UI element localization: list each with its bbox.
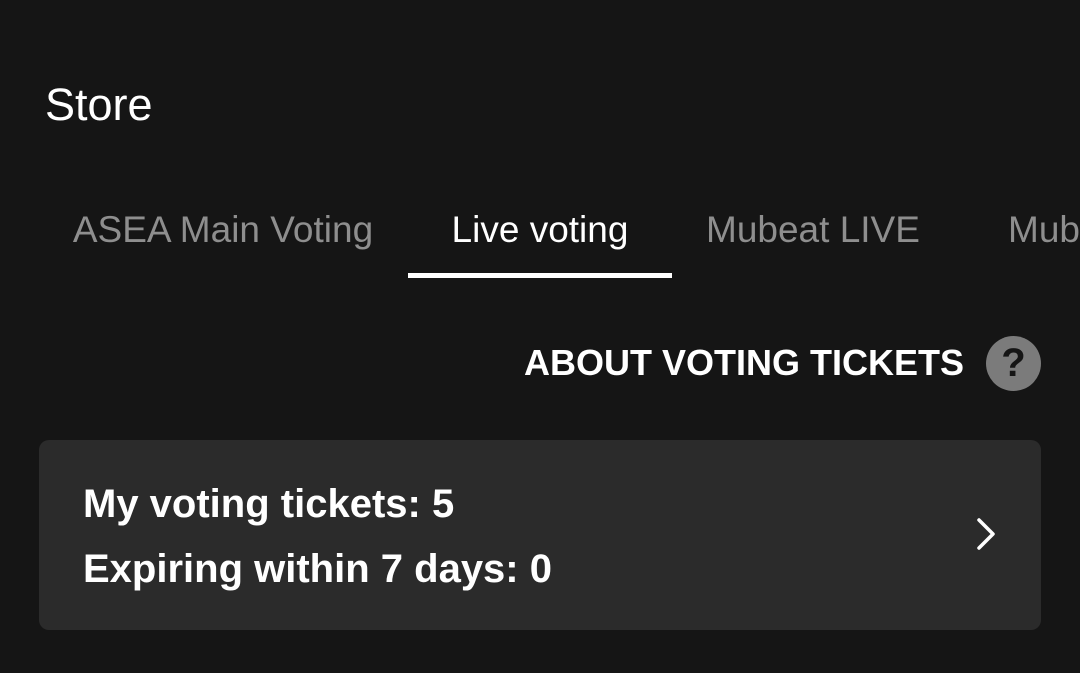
store-screen: Store ASEA Main Voting Live voting Mubea…	[0, 0, 1080, 673]
tab-label: Mub	[1008, 209, 1080, 250]
about-voting-tickets-label: ABOUT VOTING TICKETS	[524, 342, 964, 383]
about-voting-tickets-link[interactable]: ABOUT VOTING TICKETS ?	[524, 334, 1041, 392]
tab-bar: ASEA Main Voting Live voting Mubeat LIVE…	[0, 198, 1080, 280]
question-icon[interactable]: ?	[986, 335, 1041, 391]
tab-label: Live voting	[451, 209, 629, 250]
tab-asea-main-voting[interactable]: ASEA Main Voting	[70, 198, 376, 278]
tab-label: ASEA Main Voting	[72, 209, 374, 250]
expiring-tickets-count: Expiring within 7 days: 0	[83, 547, 552, 591]
tab-mub[interactable]: Mub	[1008, 198, 1080, 278]
active-tab-indicator	[408, 273, 672, 278]
chevron-right-icon	[977, 518, 995, 550]
voting-tickets-card[interactable]: My voting tickets: 5 Expiring within 7 d…	[39, 440, 1041, 630]
tab-live-voting[interactable]: Live voting	[408, 198, 672, 278]
my-voting-tickets-count: My voting tickets: 5	[83, 482, 455, 526]
tab-label: Mubeat LIVE	[706, 209, 920, 250]
tab-mubeat-live[interactable]: Mubeat LIVE	[706, 198, 920, 278]
page-title: Store	[45, 79, 153, 130]
